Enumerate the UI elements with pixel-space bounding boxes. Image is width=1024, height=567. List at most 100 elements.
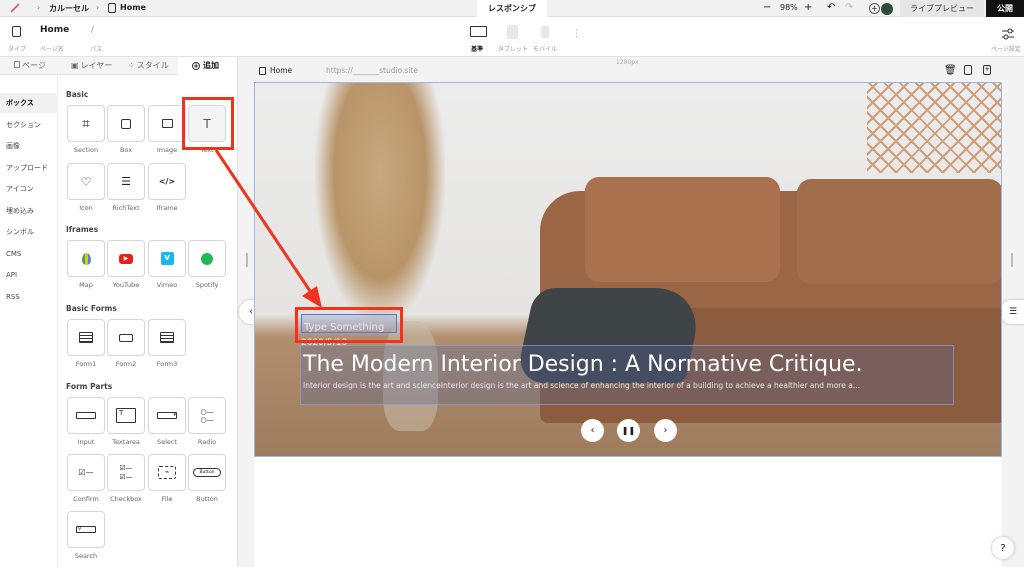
page-toolbar: タイプ Home ページ名 / パス 基準 タブレット モバイル ⋮ ページ設定 — [0, 17, 1024, 57]
tile-label-textarea: Textarea — [112, 438, 140, 446]
category-section[interactable]: セクション — [0, 115, 58, 135]
duplicate-page-icon[interactable] — [964, 65, 972, 75]
page-path-input[interactable]: / — [91, 25, 94, 35]
tile-radio[interactable]: ○— ○— — [188, 397, 226, 434]
category-box[interactable]: ボックス — [0, 93, 58, 113]
category-embed[interactable]: 埋め込み — [0, 201, 58, 221]
responsive-tab[interactable]: レスポンシブ — [477, 0, 547, 17]
device-mobile-button[interactable]: モバイル — [532, 24, 560, 53]
tile-vimeo[interactable]: v — [148, 240, 186, 277]
help-button[interactable]: ? — [992, 537, 1014, 559]
tile-select[interactable]: ▾ — [148, 397, 186, 434]
heart-icon: ♡ — [80, 174, 92, 189]
category-image[interactable]: 画像 — [0, 136, 58, 156]
hero-text-box[interactable]: The Modern Interior Design : A Normative… — [300, 345, 954, 405]
tile-label-search: Search — [74, 552, 98, 560]
tab-add[interactable]: + 追加 — [178, 57, 237, 76]
carousel-pause-button[interactable]: ❚❚ — [617, 419, 640, 442]
layers-icon: ▣ — [71, 61, 79, 70]
category-symbol[interactable]: シンボル — [0, 222, 58, 242]
page-settings-icon[interactable] — [1001, 25, 1015, 40]
zoom-in-button[interactable]: + — [804, 2, 812, 13]
right-resize-handle[interactable] — [1011, 253, 1013, 267]
tile-map[interactable] — [67, 240, 105, 277]
tile-label-richtext: RichText — [112, 204, 140, 212]
tile-box[interactable] — [107, 105, 145, 142]
left-resize-handle[interactable] — [246, 253, 248, 267]
category-upload[interactable]: アップロード — [0, 158, 58, 178]
tile-textarea[interactable]: T — [107, 397, 145, 434]
tile-search[interactable]: ⚲ — [67, 511, 105, 548]
tile-form3[interactable] — [148, 319, 186, 356]
carousel-prev-button[interactable]: ‹ — [581, 419, 604, 442]
breadcrumb-separator-icon: › — [96, 3, 100, 12]
tile-checkbox[interactable]: ☑— ☑— — [107, 454, 145, 491]
page-icon — [259, 67, 266, 75]
spotify-icon — [201, 252, 213, 265]
checkbox-icon: ☑— ☑— — [119, 463, 133, 481]
tile-youtube[interactable]: ▶ — [107, 240, 145, 277]
category-label: シンボル — [6, 228, 34, 236]
map-pin-icon — [81, 252, 91, 265]
device-tablet-button[interactable]: タブレット — [498, 24, 528, 53]
tile-file[interactable]: ⌁ — [148, 454, 186, 491]
more-options-icon[interactable]: ⋮ — [572, 29, 581, 39]
tile-icon[interactable]: ♡ — [67, 163, 105, 200]
form-icon — [160, 332, 174, 343]
add-member-icon[interactable]: + — [869, 3, 880, 14]
page-type-icon[interactable] — [12, 26, 21, 37]
avatar[interactable] — [881, 3, 893, 15]
redo-icon[interactable]: ↷ — [845, 2, 853, 13]
tab-layers[interactable]: ▣ レイヤー — [71, 57, 112, 75]
hero-carousel[interactable]: Type Something 2020/5/18 The Modern Inte… — [254, 82, 1002, 457]
image-icon — [161, 119, 173, 128]
tile-form1[interactable] — [67, 319, 105, 356]
tile-label-spotify: Spotify — [195, 281, 219, 289]
tile-button[interactable]: Button — [188, 454, 226, 491]
tab-pages[interactable]: ページ — [14, 57, 46, 75]
add-page-icon[interactable]: + — [983, 65, 991, 75]
tab-styles[interactable]: ⁘ スタイル — [128, 57, 169, 75]
tile-image[interactable] — [148, 105, 186, 142]
tile-confirm[interactable]: ☑— — [67, 454, 105, 491]
tile-richtext[interactable]: ☰ — [107, 163, 145, 200]
publish-button[interactable]: 公開 — [986, 0, 1024, 17]
category-icon[interactable]: アイコン — [0, 179, 58, 199]
form-icon — [119, 333, 133, 342]
undo-icon[interactable]: ↶ — [827, 2, 835, 13]
pampas-grass — [315, 83, 445, 323]
category-label: API — [6, 271, 18, 279]
category-label: CMS — [6, 250, 22, 258]
device-base-button[interactable]: 基準 — [466, 24, 492, 53]
section-title-form-parts: Form Parts — [66, 382, 113, 391]
canvas-page-label[interactable]: Home — [270, 66, 292, 75]
tile-iframe[interactable]: </> — [148, 163, 186, 200]
zoom-level: 98% — [780, 3, 798, 12]
zoom-out-button[interactable]: − — [763, 2, 771, 13]
live-preview-button[interactable]: ライブプレビュー — [900, 0, 984, 17]
studio-logo-icon[interactable] — [10, 3, 20, 13]
trash-icon[interactable]: 🗑︎ — [944, 65, 957, 76]
section-title-iframes: Iframes — [66, 225, 99, 234]
code-icon: </> — [158, 177, 176, 186]
tile-section[interactable]: ⌗ — [67, 105, 105, 142]
select-icon: ▾ — [157, 412, 177, 419]
tile-input[interactable] — [67, 397, 105, 434]
page-title-input[interactable]: Home — [40, 25, 69, 35]
breadcrumb-project[interactable]: カルーセル — [49, 3, 89, 14]
tile-label-youtube: YouTube — [112, 281, 140, 289]
search-icon: ⚲ — [76, 526, 96, 533]
tile-form2[interactable] — [107, 319, 145, 356]
tile-label-checkbox: Checkbox — [110, 495, 142, 503]
category-label: 画像 — [6, 142, 20, 150]
category-rss[interactable]: RSS — [0, 287, 58, 307]
outline-panel-button[interactable]: ☰ — [1000, 300, 1024, 324]
canvas-width-label: 1280px — [616, 59, 639, 66]
category-cms[interactable]: CMS — [0, 244, 58, 264]
tile-spotify[interactable] — [188, 240, 226, 277]
breadcrumb-page[interactable]: Home — [120, 3, 146, 12]
device-base-label: 基準 — [471, 46, 484, 53]
category-api[interactable]: API — [0, 265, 58, 285]
carousel-next-button[interactable]: › — [654, 419, 677, 442]
category-label: RSS — [6, 293, 20, 301]
